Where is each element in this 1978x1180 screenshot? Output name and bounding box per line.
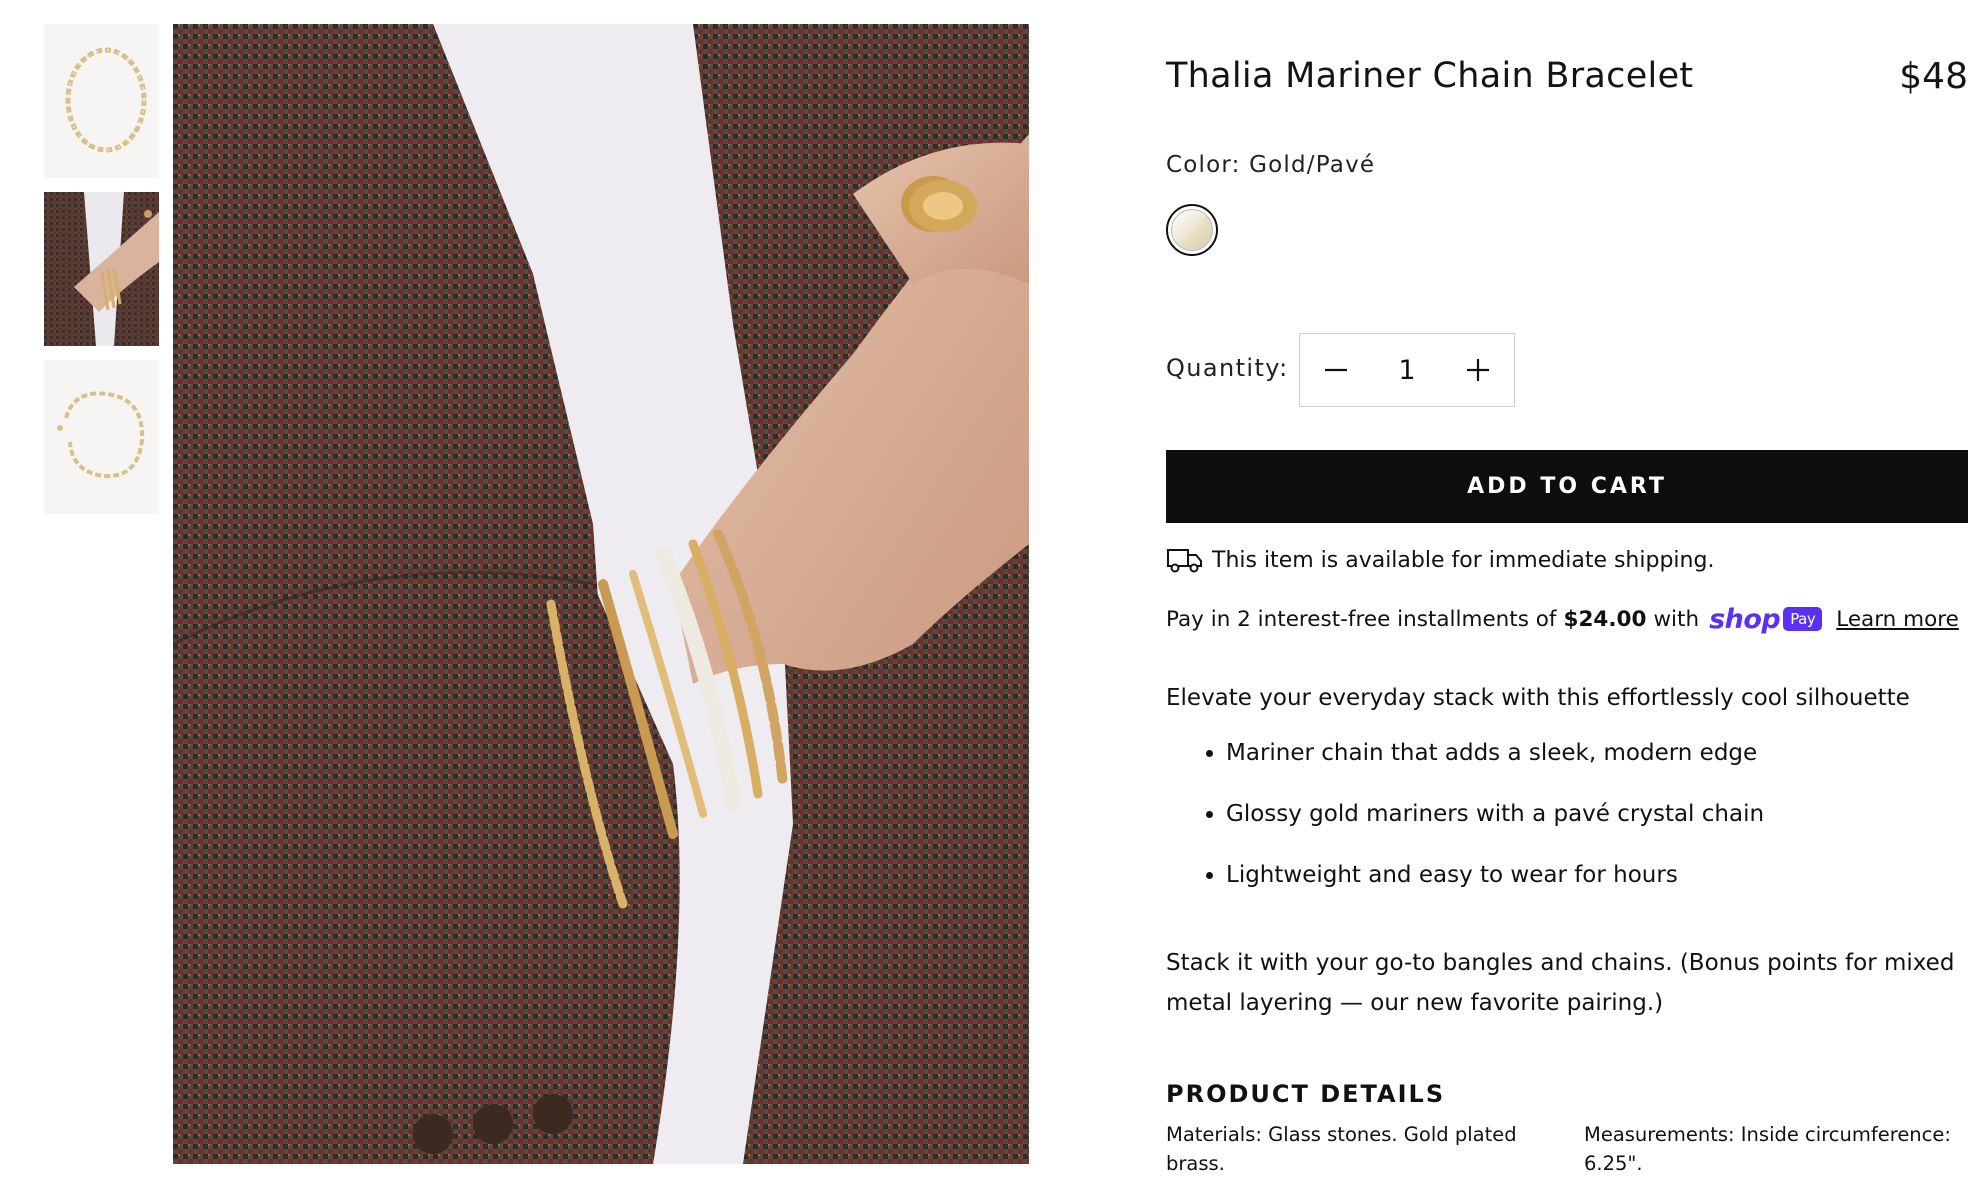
feature-item: Lightweight and easy to wear for hours: [1226, 847, 1764, 908]
product-details-heading: PRODUCT DETAILS: [1166, 1080, 1446, 1108]
product-title: Thalia Mariner Chain Bracelet: [1166, 56, 1694, 96]
swatch-fill: [1171, 209, 1213, 251]
quantity-decrease-button[interactable]: [1300, 334, 1372, 406]
feature-list: Mariner chain that adds a sleek, modern …: [1166, 725, 1764, 908]
measurements-text: Measurements: Inside circumference: 6.25…: [1584, 1123, 1951, 1175]
installment-amount: $24.00: [1563, 606, 1647, 632]
plus-icon: [1467, 359, 1489, 381]
feature-item: Mariner chain that adds a sleek, modern …: [1226, 725, 1764, 786]
shop-pay-badge: Pay: [1783, 607, 1823, 631]
bracelet-wrist-image: [44, 192, 159, 346]
quantity-input[interactable]: [1372, 353, 1442, 387]
add-to-cart-button[interactable]: ADD TO CART: [1166, 450, 1968, 523]
thumbnail-bracelet-flat[interactable]: [44, 24, 159, 178]
learn-more-link[interactable]: Learn more: [1836, 607, 1959, 632]
installments-prefix: Pay in 2 interest-free installments of: [1166, 606, 1557, 632]
thumbnail-bracelet-on-wrist[interactable]: [44, 192, 159, 346]
bracelet-flat-image: [44, 24, 159, 178]
minus-icon: [1325, 368, 1347, 372]
shop-pay-logo: shop Pay: [1709, 603, 1823, 635]
thumbnail-bracelet-open[interactable]: [44, 360, 159, 514]
shipping-notice: This item is available for immediate shi…: [1166, 543, 1714, 577]
installments-row: Pay in 2 interest-free installments of $…: [1166, 600, 1959, 638]
feature-item: Glossy gold mariners with a pavé crystal…: [1226, 786, 1764, 847]
quantity-increase-button[interactable]: [1442, 334, 1514, 406]
quantity-label: Quantity:: [1166, 354, 1289, 382]
shipping-text: This item is available for immediate shi…: [1212, 547, 1715, 573]
description-intro: Elevate your everyday stack with this ef…: [1166, 685, 1910, 711]
main-product-image[interactable]: [173, 24, 1029, 1164]
stacking-description: Stack it with your go-to bangles and cha…: [1166, 950, 1955, 1016]
color-swatch-gold-pave[interactable]: [1166, 204, 1218, 256]
installments-suffix: with: [1653, 606, 1700, 632]
title-row: Thalia Mariner Chain Bracelet $48: [1166, 56, 1968, 106]
color-label: Color: Gold/Pavé: [1166, 152, 1376, 178]
product-price: $48: [1899, 56, 1968, 97]
materials-text: Materials: Glass stones. Gold plated bra…: [1166, 1123, 1517, 1175]
quantity-stepper: [1299, 333, 1515, 407]
bracelet-open-image: [44, 360, 159, 514]
model-wearing-bracelet-image: [173, 24, 1029, 1164]
shop-pay-wordmark: shop: [1709, 603, 1781, 635]
thumbnail-gallery: [44, 24, 159, 528]
truck-icon: [1167, 549, 1202, 573]
